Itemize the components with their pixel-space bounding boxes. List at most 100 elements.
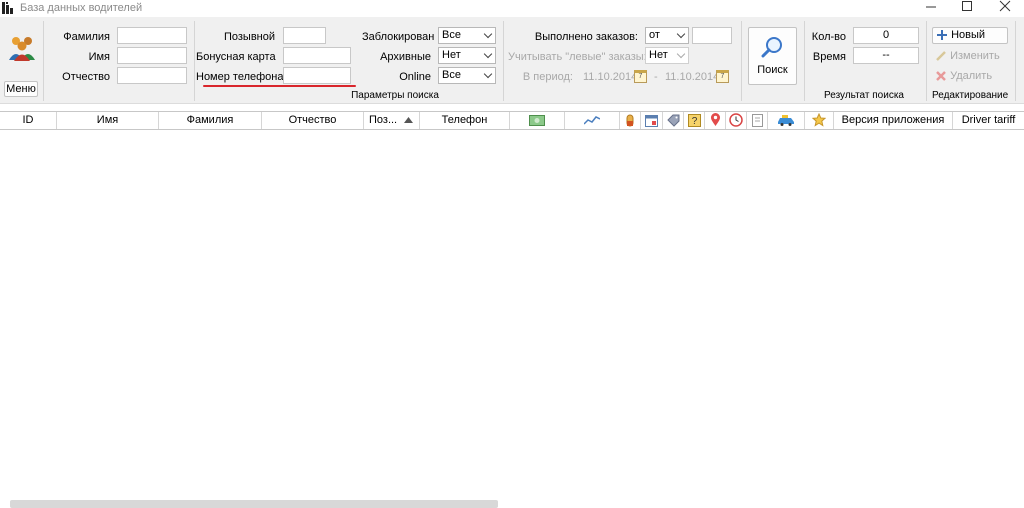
period-date-from[interactable]: 11.10.2014 (583, 71, 637, 83)
grid-header: ID Имя Фамилия Отчество Поз... Телефон ?… (0, 111, 1024, 130)
callsign-label: Позывной (223, 31, 275, 43)
column-header-chart[interactable] (565, 112, 620, 129)
hand-icon (626, 114, 634, 127)
column-header-phone[interactable]: Телефон (420, 112, 510, 129)
phone-label: Номер телефона (196, 71, 284, 83)
separator (804, 21, 805, 101)
delete-button-label: Удалить (950, 70, 993, 82)
column-header-callsign[interactable]: Поз... (364, 112, 420, 129)
bonus-card-label: Бонусная карта (196, 51, 276, 63)
separator (43, 21, 44, 101)
online-label: Online (399, 71, 431, 83)
archived-select-value: Нет (442, 49, 461, 61)
star-icon (812, 113, 826, 127)
edit-caption: Редактирование (932, 90, 1009, 101)
horizontal-scrollbar[interactable] (10, 500, 498, 508)
blocked-select-value: Все (442, 29, 461, 41)
completed-orders-input[interactable] (692, 27, 732, 44)
new-button-label: Новый (951, 29, 986, 41)
column-header-rating[interactable] (805, 112, 834, 129)
chart-icon (584, 115, 600, 125)
new-button[interactable]: Новый (932, 27, 1008, 44)
period-date-to[interactable]: 11.10.2014 (665, 71, 719, 83)
column-header-calendar[interactable] (641, 112, 663, 129)
phone-input[interactable] (283, 67, 351, 84)
archived-select[interactable]: Нет (438, 47, 496, 64)
document-icon (751, 113, 763, 127)
window-title: База данных водителей (20, 2, 143, 14)
name-input[interactable] (117, 47, 187, 64)
search-icon (761, 37, 782, 58)
archived-label: Архивные (380, 51, 431, 63)
time-value: -- (853, 47, 919, 64)
calendar-icon-day: 7 (638, 73, 643, 80)
completed-orders-label: Выполнено заказов: (534, 31, 638, 43)
column-header-clock[interactable] (726, 112, 747, 129)
column-header-location[interactable] (705, 112, 726, 129)
separator (194, 21, 195, 101)
chevron-down-icon (483, 49, 493, 59)
result-caption: Результат поиска (824, 90, 904, 101)
chevron-down-icon (483, 29, 493, 39)
column-header-name[interactable]: Имя (57, 112, 159, 129)
maximize-button[interactable] (950, 0, 984, 16)
menu-button[interactable]: Меню (4, 81, 38, 97)
period-label: В период: (522, 71, 573, 83)
count-label: Кол-во (811, 31, 846, 43)
column-header-money[interactable] (510, 112, 565, 129)
svg-text:?: ? (691, 116, 697, 127)
maximize-icon (962, 1, 972, 11)
clock-icon (729, 113, 743, 127)
help-icon: ? (687, 113, 701, 127)
separator (741, 21, 742, 101)
separator (503, 21, 504, 101)
column-header-document[interactable] (747, 112, 768, 129)
patronymic-input[interactable] (117, 67, 187, 84)
money-icon (529, 114, 545, 126)
blocked-select[interactable]: Все (438, 27, 496, 44)
completed-orders-operator[interactable]: от (645, 27, 689, 44)
separator (926, 21, 927, 101)
online-select[interactable]: Все (438, 67, 496, 84)
drivers-group-icon (7, 32, 37, 62)
surname-input[interactable] (117, 27, 187, 44)
calendar-icon[interactable]: 7 (634, 70, 647, 83)
column-header-patronymic[interactable]: Отчество (262, 112, 364, 129)
close-button[interactable] (988, 0, 1022, 16)
column-header-id[interactable]: ID (0, 112, 57, 129)
patronymic-label: Отчество (62, 71, 110, 83)
chevron-down-icon (676, 29, 686, 39)
column-header-app-version[interactable]: Версия приложения (834, 112, 953, 129)
close-icon (999, 0, 1011, 12)
column-header-tag[interactable] (663, 112, 684, 129)
location-pin-icon (710, 113, 720, 127)
minimize-button[interactable] (914, 0, 948, 16)
online-select-value: Все (442, 69, 461, 81)
column-header-driver-tariff[interactable]: Driver tariff (953, 112, 1024, 129)
drivers-table-body[interactable] (0, 131, 1024, 500)
callsign-input[interactable] (283, 27, 326, 44)
column-header-surname[interactable]: Фамилия (159, 112, 262, 129)
bonus-card-input[interactable] (283, 47, 351, 64)
completed-orders-operator-value: от (649, 29, 660, 41)
search-params-caption: Параметры поиска (351, 90, 439, 101)
left-orders-select[interactable]: Нет (645, 47, 689, 64)
menu-button-label: Меню (6, 83, 36, 95)
pencil-icon (936, 51, 946, 61)
column-header-car[interactable] (768, 112, 805, 129)
title-bar: База данных водителей (0, 0, 1024, 17)
delete-button[interactable]: Удалить (935, 70, 1011, 86)
column-header-help[interactable]: ? (684, 112, 705, 129)
minimize-icon (926, 6, 936, 8)
search-button[interactable]: Поиск (748, 27, 797, 85)
search-button-label: Поиск (757, 64, 788, 76)
calendar-icon[interactable]: 7 (716, 70, 729, 83)
column-header-hand[interactable] (620, 112, 641, 129)
time-label: Время (812, 51, 846, 63)
edit-button[interactable]: Изменить (935, 50, 1011, 66)
car-icon (778, 115, 794, 127)
chevron-down-icon (483, 69, 493, 79)
calendar-icon-day: 7 (720, 73, 725, 80)
column-header-callsign-label: Поз... (369, 114, 398, 126)
edit-button-label: Изменить (950, 50, 1000, 62)
